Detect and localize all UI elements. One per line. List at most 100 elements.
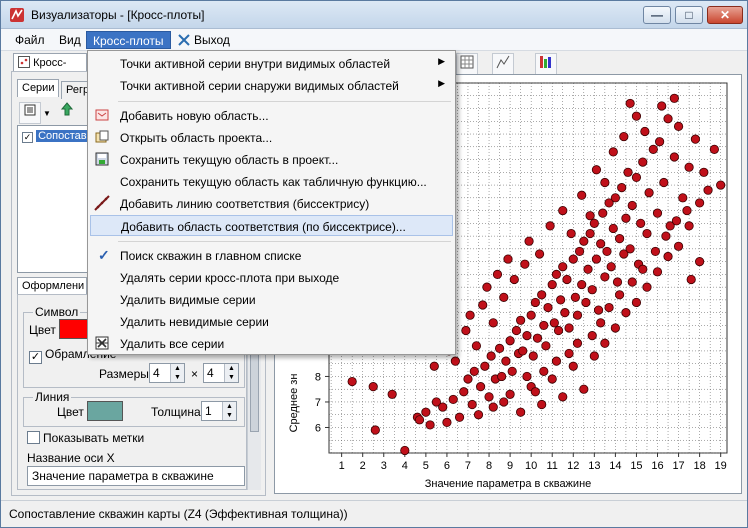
spinner-arrows-icon[interactable]: ▲ ▼ [224, 364, 238, 382]
data-point [429, 361, 439, 371]
menu-exit-label: Выход [194, 33, 230, 47]
data-point [543, 302, 553, 313]
data-point [473, 410, 484, 420]
data-point [459, 387, 469, 397]
data-point [524, 236, 534, 246]
data-point [488, 318, 498, 328]
axis-name-input[interactable]: Значение параметра в скважине [27, 466, 245, 486]
series-tree-item[interactable]: ✓ Сопостав [22, 130, 89, 144]
menu-item-delete-invisible[interactable]: Удалить невидимые серии [90, 311, 453, 332]
data-point [562, 274, 572, 285]
menu-item-add-bisector[interactable]: Добавить линию соответствия (биссектрису… [90, 193, 453, 214]
data-point [558, 262, 568, 272]
menu-item-save-area[interactable]: Сохранить текущую область в проект... [90, 149, 453, 170]
crossplot-icon [18, 56, 30, 68]
x-tick-label: 18 [693, 460, 705, 472]
spinner-arrows-icon[interactable]: ▲ ▼ [222, 402, 236, 420]
data-point [539, 320, 549, 331]
toolbar-button-2[interactable] [492, 53, 514, 75]
tab-regress[interactable]: Регр [61, 81, 89, 99]
thickness-spinner[interactable]: 1 ▲ ▼ [201, 401, 237, 421]
close-button[interactable]: ✕ [707, 6, 743, 24]
tab-crossplots[interactable]: Кросс-плоты [13, 53, 87, 81]
line-color-swatch[interactable] [87, 401, 123, 421]
menu-item-add-area[interactable]: Добавить новую область... [90, 105, 453, 126]
x-tick-label: 1 [339, 460, 345, 472]
toolbar-button-1[interactable] [456, 53, 478, 75]
size-h-spinner[interactable]: 4 ▲ ▼ [203, 363, 239, 383]
data-point [492, 269, 503, 279]
menu-item-label: Удалить видимые серии [120, 293, 256, 307]
data-point [631, 172, 642, 183]
menu-item-delete-all[interactable]: Удалить все серии [90, 333, 453, 354]
data-point [560, 308, 570, 318]
menu-item-label: Сохранить текущую область как табличную … [120, 175, 427, 189]
x-tick-label: 8 [486, 460, 492, 472]
move-up-button[interactable] [57, 102, 77, 124]
app-window: Визуализаторы - [Кросс-плоты] — □ ✕ Файл… [0, 0, 748, 528]
menu-file[interactable]: Файл [9, 31, 51, 49]
menu-item-delete-visible[interactable]: Удалить видимые серии [90, 289, 453, 310]
menu-view[interactable]: Вид [53, 31, 87, 49]
minimize-icon: — [651, 8, 663, 22]
data-point [596, 239, 606, 249]
data-point [669, 93, 679, 103]
data-point [636, 218, 646, 228]
series-checkbox[interactable]: ✓ [22, 132, 33, 143]
data-point [368, 382, 378, 392]
size-w-spinner[interactable]: 4 ▲ ▼ [149, 363, 185, 383]
data-point [615, 234, 625, 244]
delete-all-icon [95, 336, 109, 350]
x-tick-label: 14 [609, 460, 621, 472]
data-point [507, 366, 517, 376]
show-marks-checkbox[interactable]: Показывать метки [27, 431, 144, 445]
x-tick-label: 11 [547, 460, 558, 472]
data-point [661, 231, 671, 241]
menu-item-open-area[interactable]: Открыть область проекта... [90, 127, 453, 148]
size-separator: × [191, 367, 199, 381]
data-point [640, 126, 650, 137]
save-area-icon [95, 152, 109, 166]
minimize-button[interactable]: — [643, 6, 671, 24]
data-point [642, 282, 652, 292]
maximize-button[interactable]: □ [675, 6, 703, 24]
data-point [589, 351, 599, 361]
menu-exit[interactable]: Выход [171, 31, 236, 49]
menu-item-save-table[interactable]: Сохранить текущую область как табличную … [90, 171, 453, 192]
checkmark-icon: ✓ [98, 247, 110, 263]
y-tick-label: 7 [315, 397, 321, 409]
data-point [480, 361, 490, 371]
tab-series[interactable]: Серии [17, 79, 59, 97]
window-title: Визуализаторы - [Кросс-плоты] [31, 8, 205, 22]
data-point [564, 323, 574, 333]
data-point [650, 246, 661, 257]
data-point [476, 382, 486, 392]
menu-item-points-inside[interactable]: Точки активной серии внутри видимых обла… [90, 53, 453, 74]
data-point [461, 325, 471, 336]
data-point [625, 98, 635, 109]
spinner-arrows-icon[interactable]: ▲ ▼ [170, 364, 184, 382]
menu-item-search-wells[interactable]: ✓ Поиск скважин в главном списке [90, 245, 453, 266]
data-point [709, 144, 719, 154]
x-tick-label: 5 [423, 460, 429, 472]
tab-format[interactable]: Оформлени [17, 277, 87, 295]
data-point [703, 185, 713, 195]
table-icon [460, 55, 474, 69]
menu-item-points-outside[interactable]: Точки активной серии снаружи видимых обл… [90, 75, 453, 96]
menu-item-delete-on-exit[interactable]: Удалять серии кросс-плота при выходе [90, 267, 453, 288]
data-point [655, 137, 665, 147]
list-icon [24, 104, 36, 116]
data-point [526, 310, 536, 320]
toolbar-button-3[interactable] [535, 53, 557, 75]
data-point [465, 310, 475, 320]
menu-item-label: Добавить область соответствия (по биссек… [121, 220, 406, 234]
data-point [684, 221, 694, 231]
data-point [566, 228, 576, 239]
menu-crossplots[interactable]: Кросс-плоты [86, 31, 171, 49]
menu-item-add-bisector-area[interactable]: Добавить область соответствия (по биссек… [90, 215, 453, 236]
data-point [579, 236, 589, 246]
data-point [568, 254, 578, 264]
data-point [678, 193, 688, 203]
series-list-button[interactable] [19, 102, 41, 124]
chevron-down-icon[interactable]: ▼ [43, 109, 51, 118]
